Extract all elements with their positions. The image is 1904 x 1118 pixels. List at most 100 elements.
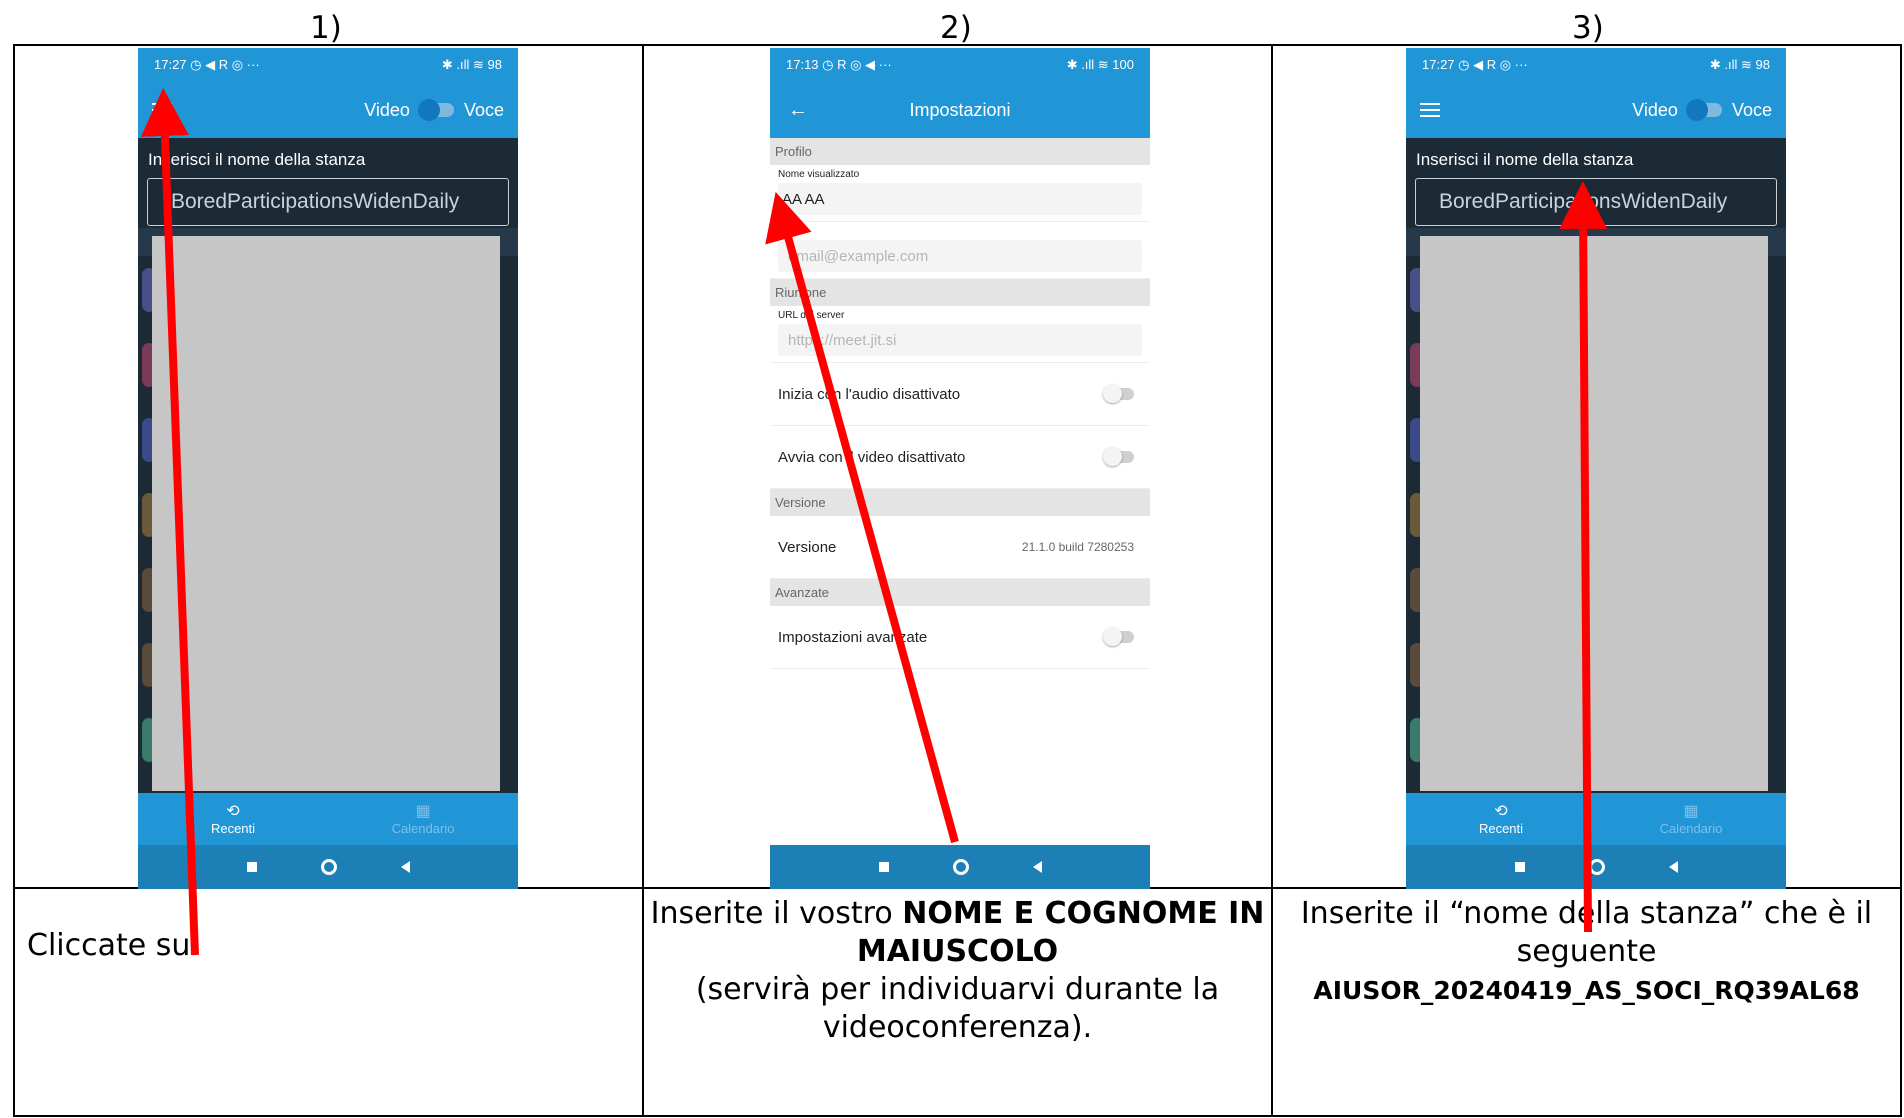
back-triangle-icon[interactable]: [400, 861, 410, 873]
status-time: 17:27 ◷ ◀ R ◎ ···: [154, 57, 260, 72]
nav-calendar-label: Calendario: [391, 820, 455, 836]
audio-muted-label: Inizia con l'audio disattivato: [778, 385, 961, 403]
status-icons: ✱ .ıll ≋ 100: [1066, 57, 1134, 72]
cell-screenshot-2: 17:13 ◷ R ◎ ◀ ··· ✱ .ıll ≋ 100 ← Imposta…: [642, 44, 1273, 889]
redacted-area: [152, 236, 500, 791]
server-url-label: URL del server: [778, 310, 845, 321]
status-bar: 17:27 ◷ ◀ R ◎ ··· ✱ .ıll ≋ 98: [138, 48, 518, 82]
section-profile: Profilo: [770, 138, 1150, 165]
room-screen-3: 17:27 ◷ ◀ R ◎ ··· ✱ .ıll ≋ 98 Video Voce…: [1406, 48, 1786, 889]
cell-caption-2: Inserite il vostro NOME E COGNOME IN MAI…: [642, 887, 1273, 1117]
version-label: Versione: [778, 538, 837, 556]
home-circle-icon[interactable]: [1588, 859, 1605, 875]
history-icon: ⟲: [226, 802, 240, 820]
room-code: AIUSOR_20240419_AS_SOCI_RQ39AL68: [1313, 976, 1860, 1005]
calendar-icon: ▦: [415, 802, 431, 820]
app-bar: Video Voce: [138, 82, 518, 138]
cell-caption-3: Inserite il “nome della stanza” che è il…: [1271, 887, 1902, 1117]
advanced-toggle[interactable]: [1103, 627, 1134, 646]
status-icons: ✱ .ıll ≋ 98: [1709, 57, 1770, 72]
bottom-nav: ⟲ Recenti ▦ Calendario: [138, 793, 518, 845]
audio-muted-row[interactable]: Inizia con l'audio disattivato: [770, 363, 1150, 426]
video-label: Video: [1632, 99, 1678, 120]
step-number-2: 2): [940, 10, 972, 46]
nav-recent-label: Recenti: [1478, 820, 1524, 836]
email-field: Email email@example.com: [770, 222, 1150, 279]
recents-square-icon[interactable]: [246, 862, 257, 872]
calendar-icon: ▦: [1683, 802, 1699, 820]
room-name-label: Inserisci il nome della stanza: [148, 150, 366, 169]
caption-step-2: Inserite il vostro NOME E COGNOME IN MAI…: [644, 889, 1271, 1053]
display-name-label: Nome visualizzato: [778, 169, 860, 180]
step-number-3: 3): [1572, 10, 1604, 46]
system-nav: [770, 845, 1150, 889]
app-bar: ← Impostazioni: [770, 82, 1150, 138]
room-name-input[interactable]: BoredParticipationsWidenDaily: [1415, 178, 1777, 226]
voice-label: Voce: [1731, 99, 1772, 120]
status-time: 17:13 ◷ R ◎ ◀ ···: [786, 57, 892, 72]
back-triangle-icon[interactable]: [1032, 861, 1042, 873]
redacted-area: [1420, 236, 1768, 791]
display-name-field: Nome visualizzato AA AA: [770, 165, 1150, 222]
section-advanced: Avanzate: [770, 579, 1150, 606]
server-url-input[interactable]: https://meet.jit.si: [778, 324, 1142, 356]
video-muted-row[interactable]: Avvia con il video disattivato: [770, 426, 1150, 489]
section-meeting: Riunione: [770, 279, 1150, 306]
settings-screen: 17:13 ◷ R ◎ ◀ ··· ✱ .ıll ≋ 100 ← Imposta…: [770, 48, 1150, 889]
nav-calendar[interactable]: ▦ Calendario: [328, 793, 518, 845]
home-circle-icon[interactable]: [952, 859, 969, 875]
video-label: Video: [364, 99, 410, 120]
back-arrow-icon[interactable]: ←: [788, 99, 808, 122]
advanced-label: Impostazioni avanzate: [778, 628, 928, 646]
step-number-1: 1): [310, 10, 342, 46]
email-input[interactable]: email@example.com: [778, 240, 1142, 272]
nav-calendar-label: Calendario: [1659, 820, 1723, 836]
version-row: Versione 21.1.0 build 7280253: [770, 516, 1150, 579]
caption-step-2-intro: Inserite il vostro: [650, 896, 903, 931]
nav-calendar[interactable]: ▦ Calendario: [1596, 793, 1786, 845]
recents-square-icon[interactable]: [1514, 862, 1525, 872]
video-voice-toggle[interactable]: [1685, 99, 1722, 121]
menu-icon[interactable]: [1420, 103, 1440, 117]
system-nav: [138, 845, 518, 889]
email-label: Email: [778, 226, 804, 237]
status-bar: 17:13 ◷ R ◎ ◀ ··· ✱ .ıll ≋ 100: [770, 48, 1150, 82]
caption-step-3: Inserite il “nome della stanza” che è il…: [1273, 889, 1900, 1016]
status-icons: ✱ .ıll ≋ 98: [441, 57, 502, 72]
room-name-input[interactable]: BoredParticipationsWidenDaily: [147, 178, 509, 226]
server-url-field: URL del server https://meet.jit.si: [770, 306, 1150, 363]
cell-caption-1: Cliccate su: [13, 887, 644, 1117]
status-bar: 17:27 ◷ ◀ R ◎ ··· ✱ .ıll ≋ 98: [1406, 48, 1786, 82]
nav-recent[interactable]: ⟲ Recenti: [138, 793, 328, 845]
caption-step-3-text: Inserite il “nome della stanza” che è il…: [1300, 896, 1873, 969]
cell-screenshot-1: 17:27 ◷ ◀ R ◎ ··· ✱ .ıll ≋ 98 Video Voce…: [13, 44, 644, 889]
voice-label: Voce: [463, 99, 504, 120]
video-muted-toggle[interactable]: [1103, 447, 1134, 466]
video-voice-toggle[interactable]: [417, 99, 454, 121]
display-name-input[interactable]: AA AA: [778, 183, 1142, 215]
caption-step-1: Cliccate su: [27, 928, 191, 963]
system-nav: [1406, 845, 1786, 889]
advanced-row[interactable]: Impostazioni avanzate: [770, 606, 1150, 669]
history-icon: ⟲: [1494, 802, 1508, 820]
cell-screenshot-3: 17:27 ◷ ◀ R ◎ ··· ✱ .ıll ≋ 98 Video Voce…: [1271, 44, 1902, 889]
caption-step-2-note: (servirà per individuarvi durante la vid…: [695, 972, 1220, 1045]
video-muted-label: Avvia con il video disattivato: [778, 448, 966, 466]
instruction-table: 17:27 ◷ ◀ R ◎ ··· ✱ .ıll ≋ 98 Video Voce…: [13, 44, 1902, 1117]
page-title: Impostazioni: [909, 99, 1011, 120]
back-triangle-icon[interactable]: [1668, 861, 1678, 873]
recents-square-icon[interactable]: [878, 862, 889, 872]
audio-muted-toggle[interactable]: [1103, 384, 1134, 403]
room-name-label: Inserisci il nome della stanza: [1416, 150, 1634, 169]
menu-icon[interactable]: [152, 103, 172, 117]
app-bar: Video Voce: [1406, 82, 1786, 138]
nav-recent[interactable]: ⟲ Recenti: [1406, 793, 1596, 845]
nav-recent-label: Recenti: [210, 820, 256, 836]
section-version: Versione: [770, 489, 1150, 516]
room-screen-1: 17:27 ◷ ◀ R ◎ ··· ✱ .ıll ≋ 98 Video Voce…: [138, 48, 518, 889]
bottom-nav: ⟲ Recenti ▦ Calendario: [1406, 793, 1786, 845]
status-time: 17:27 ◷ ◀ R ◎ ···: [1422, 57, 1528, 72]
home-circle-icon[interactable]: [320, 859, 337, 875]
version-value: 21.1.0 build 7280253: [1021, 540, 1134, 554]
caption-step-2-emphasis: NOME E COGNOME IN MAIUSCOLO: [856, 896, 1265, 969]
